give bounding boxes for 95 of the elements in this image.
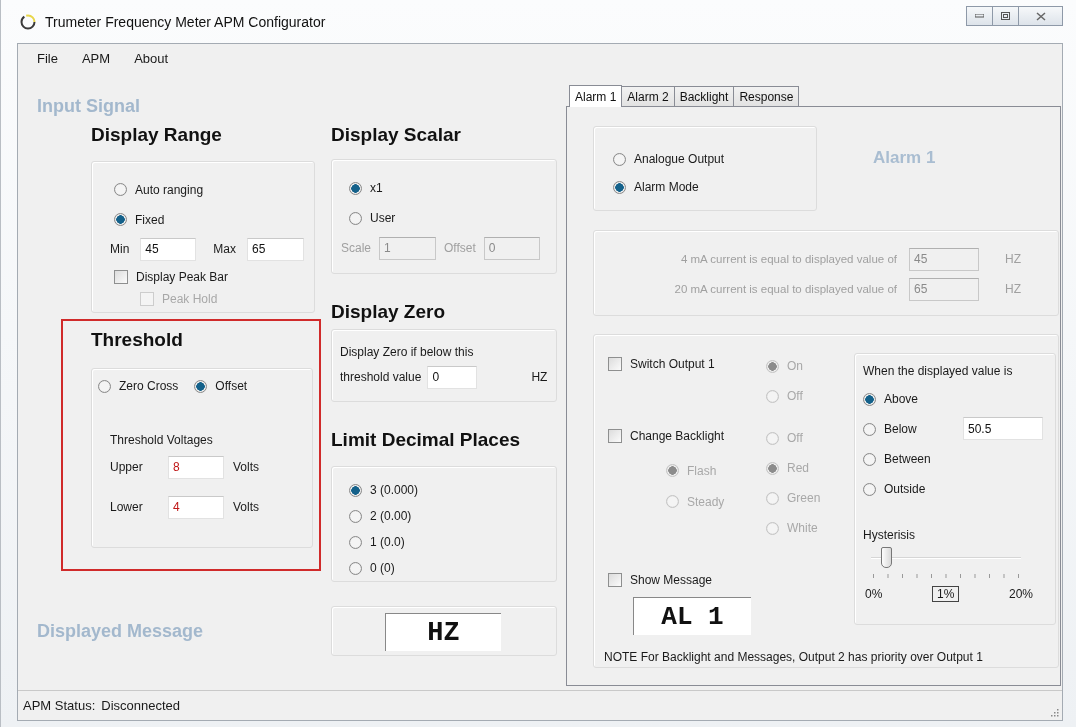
radio-button[interactable] (98, 379, 111, 393)
minimize-icon (975, 14, 984, 18)
threshold-field[interactable]: 0 (427, 365, 478, 389)
unit-label: Volts (233, 500, 259, 514)
checkbox-label[interactable]: Show Message (630, 573, 713, 587)
group-heading: Display Zero (331, 301, 447, 324)
unit-label: HZ (1005, 282, 1021, 296)
status-label: APM Status: (23, 698, 96, 713)
close-icon (1035, 11, 1046, 21)
radio-button[interactable] (863, 482, 876, 496)
section-heading: Displayed Message (37, 621, 205, 643)
radio-button[interactable] (613, 180, 626, 194)
voltage-field[interactable]: 4 (168, 495, 224, 519)
checkbox[interactable] (608, 573, 622, 587)
radio-label[interactable]: Auto ranging (135, 182, 204, 197)
tab[interactable]: Backlight (673, 86, 735, 106)
radio-button[interactable] (613, 152, 626, 166)
menu-item[interactable]: About (128, 48, 175, 68)
field-label: Lower (110, 500, 144, 514)
radio-button[interactable] (349, 181, 362, 195)
resize-grip-icon[interactable] (1049, 707, 1059, 717)
field-label: threshold value (340, 370, 422, 384)
slider-thumb[interactable] (881, 547, 892, 568)
field-label: Max (213, 242, 236, 257)
unit-label: Volts (233, 460, 259, 474)
alarm-title: Alarm 1 (873, 148, 936, 169)
group-heading: Limit Decimal Places (331, 429, 522, 452)
value-field[interactable]: 50.5 (963, 417, 1043, 440)
field-label: 20 mA current is equal to displayed value of (673, 283, 897, 295)
group-label: When the displayed value is (863, 363, 1014, 380)
status-value: Disconnected (101, 698, 181, 713)
close-button[interactable] (1018, 6, 1063, 26)
radio-label[interactable]: Zero Cross (119, 379, 179, 393)
slider-label: Hysterisis (863, 528, 916, 542)
maximize-button[interactable] (992, 6, 1019, 26)
group-heading: Display Range (91, 124, 223, 147)
radio-label[interactable]: Offset (215, 379, 248, 393)
radio-button[interactable] (114, 183, 127, 197)
checkbox[interactable] (114, 270, 128, 285)
message-display: AL 1 (633, 597, 751, 635)
maximize-icon (1001, 12, 1010, 20)
tab[interactable]: Response (733, 86, 800, 106)
radio-label[interactable]: 0 (0) (370, 561, 395, 575)
menu-item[interactable]: File (31, 48, 64, 68)
slider-value: 1% (932, 586, 960, 602)
radio-button[interactable] (349, 483, 362, 497)
voltage-field[interactable]: 8 (168, 455, 224, 479)
radio-label[interactable]: Above (884, 392, 919, 406)
hysteresis-slider[interactable] (871, 546, 1021, 570)
field-label: Upper (110, 460, 144, 474)
field-label: Offset (444, 241, 476, 255)
field-label: 4 mA current is equal to displayed value of (679, 253, 897, 265)
note-text: NOTE For Backlight and Messages, Output 2 has priority over Output 1 (604, 650, 984, 664)
app-logo-icon (19, 12, 37, 31)
message-display: HZ (385, 613, 501, 651)
radio-button[interactable] (194, 379, 208, 393)
window-title: Trumeter Frequency Meter APM Configurator (45, 13, 326, 30)
radio-button[interactable] (114, 213, 127, 227)
radio-label[interactable]: Analogue Output (634, 152, 725, 166)
radio-label[interactable]: 3 (0.000) (370, 483, 419, 497)
radio-button[interactable] (863, 392, 876, 406)
scale-label: 20% (1008, 587, 1033, 601)
radio-label[interactable]: 1 (0.0) (370, 535, 405, 549)
radio-button[interactable] (863, 452, 876, 466)
min-field[interactable]: 45 (140, 237, 197, 261)
radio-button[interactable] (349, 535, 362, 549)
radio-label[interactable]: Fixed (135, 212, 165, 227)
radio-label[interactable]: 2 (0.00) (370, 509, 412, 523)
max-field[interactable]: 65 (247, 237, 304, 261)
radio-button[interactable] (349, 561, 362, 575)
radio-label[interactable]: x1 (370, 181, 383, 195)
field-label: Min (110, 242, 130, 257)
checkbox-label[interactable]: Switch Output 1 (630, 357, 715, 371)
radio-button[interactable] (349, 211, 362, 225)
section-heading: Input Signal (37, 96, 141, 118)
radio-label[interactable]: Below (884, 422, 917, 436)
description-text: Display Zero if below this (340, 344, 475, 361)
group-heading: Display Scalar (331, 124, 462, 147)
unit-label: HZ (1005, 252, 1021, 266)
group-heading: Threshold (91, 329, 184, 352)
radio-label[interactable]: Alarm Mode (634, 180, 699, 194)
radio-label[interactable]: Outside (884, 482, 926, 496)
radio-button[interactable] (349, 509, 362, 523)
unit-label: HZ (531, 370, 548, 384)
field-label: Scale (341, 241, 372, 255)
radio-button[interactable] (863, 422, 876, 436)
checkbox-label[interactable]: Display Peak Bar (136, 270, 229, 285)
checkbox[interactable] (608, 357, 622, 371)
tab[interactable]: Alarm 2 (621, 86, 675, 106)
field-label: Threshold Voltages (110, 433, 213, 447)
tab[interactable]: Alarm 1 (569, 85, 623, 107)
radio-label[interactable]: Between (884, 452, 931, 466)
radio-label[interactable]: User (370, 211, 396, 225)
menu-item[interactable]: APM (75, 48, 117, 68)
scale-label: 0% (865, 587, 883, 601)
